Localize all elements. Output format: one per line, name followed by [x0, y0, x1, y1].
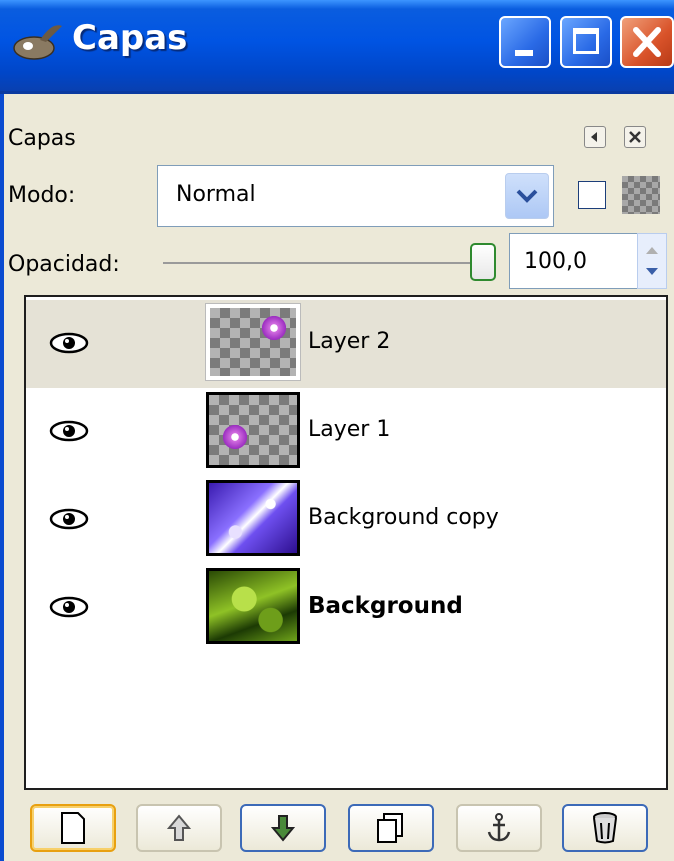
new-layer-icon [61, 812, 85, 844]
opacity-slider-track[interactable] [163, 262, 483, 264]
delete-layer-icon [593, 812, 617, 844]
layer-row[interactable]: Layer 2 [26, 300, 666, 388]
opacity-value: 100,0 [524, 249, 587, 274]
maximize-button[interactable] [560, 16, 612, 68]
window-titlebar[interactable]: Capas [0, 0, 674, 94]
layer-row[interactable]: Layer 1 [26, 388, 666, 476]
layer-thumbnail [206, 480, 300, 556]
eye-icon[interactable] [48, 331, 90, 355]
layer-toolbar [0, 796, 674, 856]
mode-dropdown-button[interactable] [505, 173, 549, 219]
lock-pixels-checkbox[interactable] [578, 181, 606, 209]
layer-list[interactable]: Layer 2 Layer 1 Background copy Backgrou… [24, 295, 668, 790]
panel-menu-button[interactable] [584, 126, 606, 148]
layer-row[interactable]: Background [26, 564, 666, 652]
spin-arrows-icon [646, 247, 658, 275]
new-layer-button[interactable] [30, 804, 116, 852]
panel-menu-icon [591, 132, 597, 142]
close-button[interactable] [620, 16, 674, 68]
mode-value: Normal [176, 182, 256, 207]
opacity-label: Opacidad: [8, 252, 120, 277]
opacity-slider-thumb[interactable] [470, 243, 496, 281]
eye-icon[interactable] [48, 507, 90, 531]
raise-layer-button[interactable] [136, 804, 222, 852]
panel-close-icon [629, 131, 641, 143]
minimize-icon [515, 50, 533, 56]
raise-layer-icon [167, 814, 191, 841]
layer-name[interactable]: Layer 1 [308, 417, 390, 442]
flower-thumbnail-icon [260, 314, 288, 342]
chevron-down-icon [516, 189, 538, 203]
close-icon [633, 27, 661, 57]
eye-icon[interactable] [48, 595, 90, 619]
lower-layer-icon [271, 815, 295, 842]
layer-thumbnail [205, 303, 301, 381]
maximize-icon [573, 28, 599, 54]
mode-select[interactable]: Normal [157, 165, 554, 227]
layer-name[interactable]: Background copy [308, 505, 499, 530]
mode-label: Modo: [8, 183, 76, 208]
anchor-layer-button[interactable] [456, 804, 542, 852]
eye-icon[interactable] [48, 419, 90, 443]
flower-thumbnail-icon [221, 423, 249, 451]
lock-alpha-icon[interactable] [622, 176, 660, 214]
anchor-icon [487, 813, 511, 842]
gimp-icon [13, 25, 62, 60]
panel-close-button[interactable] [624, 126, 646, 148]
layer-row[interactable]: Background copy [26, 476, 666, 564]
lower-layer-button[interactable] [240, 804, 326, 852]
duplicate-layer-icon [377, 813, 403, 843]
minimize-button[interactable] [499, 16, 551, 68]
duplicate-layer-button[interactable] [348, 804, 434, 852]
panel-title: Capas [8, 126, 76, 151]
layer-thumbnail [206, 392, 300, 468]
opacity-spinner[interactable] [637, 233, 667, 289]
layer-thumbnail [206, 568, 300, 644]
delete-layer-button[interactable] [562, 804, 648, 852]
layer-name[interactable]: Layer 2 [308, 329, 390, 354]
layer-name[interactable]: Background [308, 593, 463, 619]
window-title: Capas [72, 18, 188, 58]
opacity-input[interactable]: 100,0 [509, 233, 639, 289]
